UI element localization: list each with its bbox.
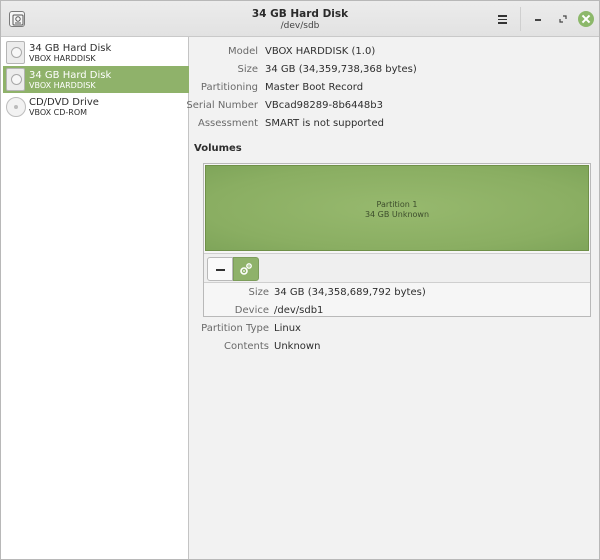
partition-name: Partition 1 [376,200,418,209]
volume-size-value: 34 GB (34,358,689,792 bytes) [274,287,426,298]
model-label: Model [227,46,258,57]
drive-details: Model VBOX HARDDISK (1.0) Size 34 GB (34… [186,37,599,559]
partition-options-button[interactable] [233,257,259,281]
model-value: VBOX HARDDISK (1.0) [265,46,376,57]
serial-number-value: VBcad98289-8b6448b3 [265,100,383,111]
optical-disc-icon [6,97,26,117]
partition-block[interactable]: Partition 1 34 GB Unknown [205,165,589,251]
device-label: Device [234,305,269,316]
maximize-button[interactable] [555,11,571,27]
delete-partition-button[interactable] [207,257,233,281]
drive-name: 34 GB Hard Disk [29,70,112,81]
volume-size-label: Size [248,287,269,298]
serial-number-label: Serial Number [186,100,258,111]
drive-name: 34 GB Hard Disk [29,43,112,54]
size-value: 34 GB (34,359,738,368 bytes) [265,64,417,75]
close-button[interactable] [578,11,594,27]
partitioning-value: Master Boot Record [265,82,364,93]
maximize-icon [559,15,567,23]
contents-label: Contents [224,341,269,352]
device-value: /dev/sdb1 [274,305,324,316]
hamburger-menu-icon[interactable] [495,11,511,27]
titlebar: 34 GB Hard Disk /dev/sdb [1,1,599,37]
hard-disk-icon [6,41,25,64]
drive-model: VBOX HARDDISK [29,54,96,63]
disks-window: 34 GB Hard Disk /dev/sdb 34 GB Hard Disk… [0,0,600,560]
drive-name: CD/DVD Drive [29,97,99,108]
partition-type-value: Linux [274,323,301,334]
assessment-label: Assessment [198,118,258,129]
contents-value: Unknown [274,341,321,352]
titlebar-separator [520,7,521,31]
drive-model: VBOX CD-ROM [29,108,88,117]
assessment-value: SMART is not supported [265,118,384,129]
minimize-button[interactable] [530,11,546,27]
volumes-heading: Volumes [194,143,242,154]
drive-list: 34 GB Hard Disk VBOX HARDDISK 34 GB Hard… [1,37,189,559]
gears-icon [240,263,252,275]
volume-toolbar [204,253,590,283]
partition-description: 34 GB Unknown [364,210,430,219]
partition-type-label: Partition Type [201,323,269,334]
partitioning-label: Partitioning [200,82,258,93]
drive-model: VBOX HARDDISK [29,81,96,90]
hard-disk-icon [6,68,25,91]
size-label: Size [237,64,258,75]
